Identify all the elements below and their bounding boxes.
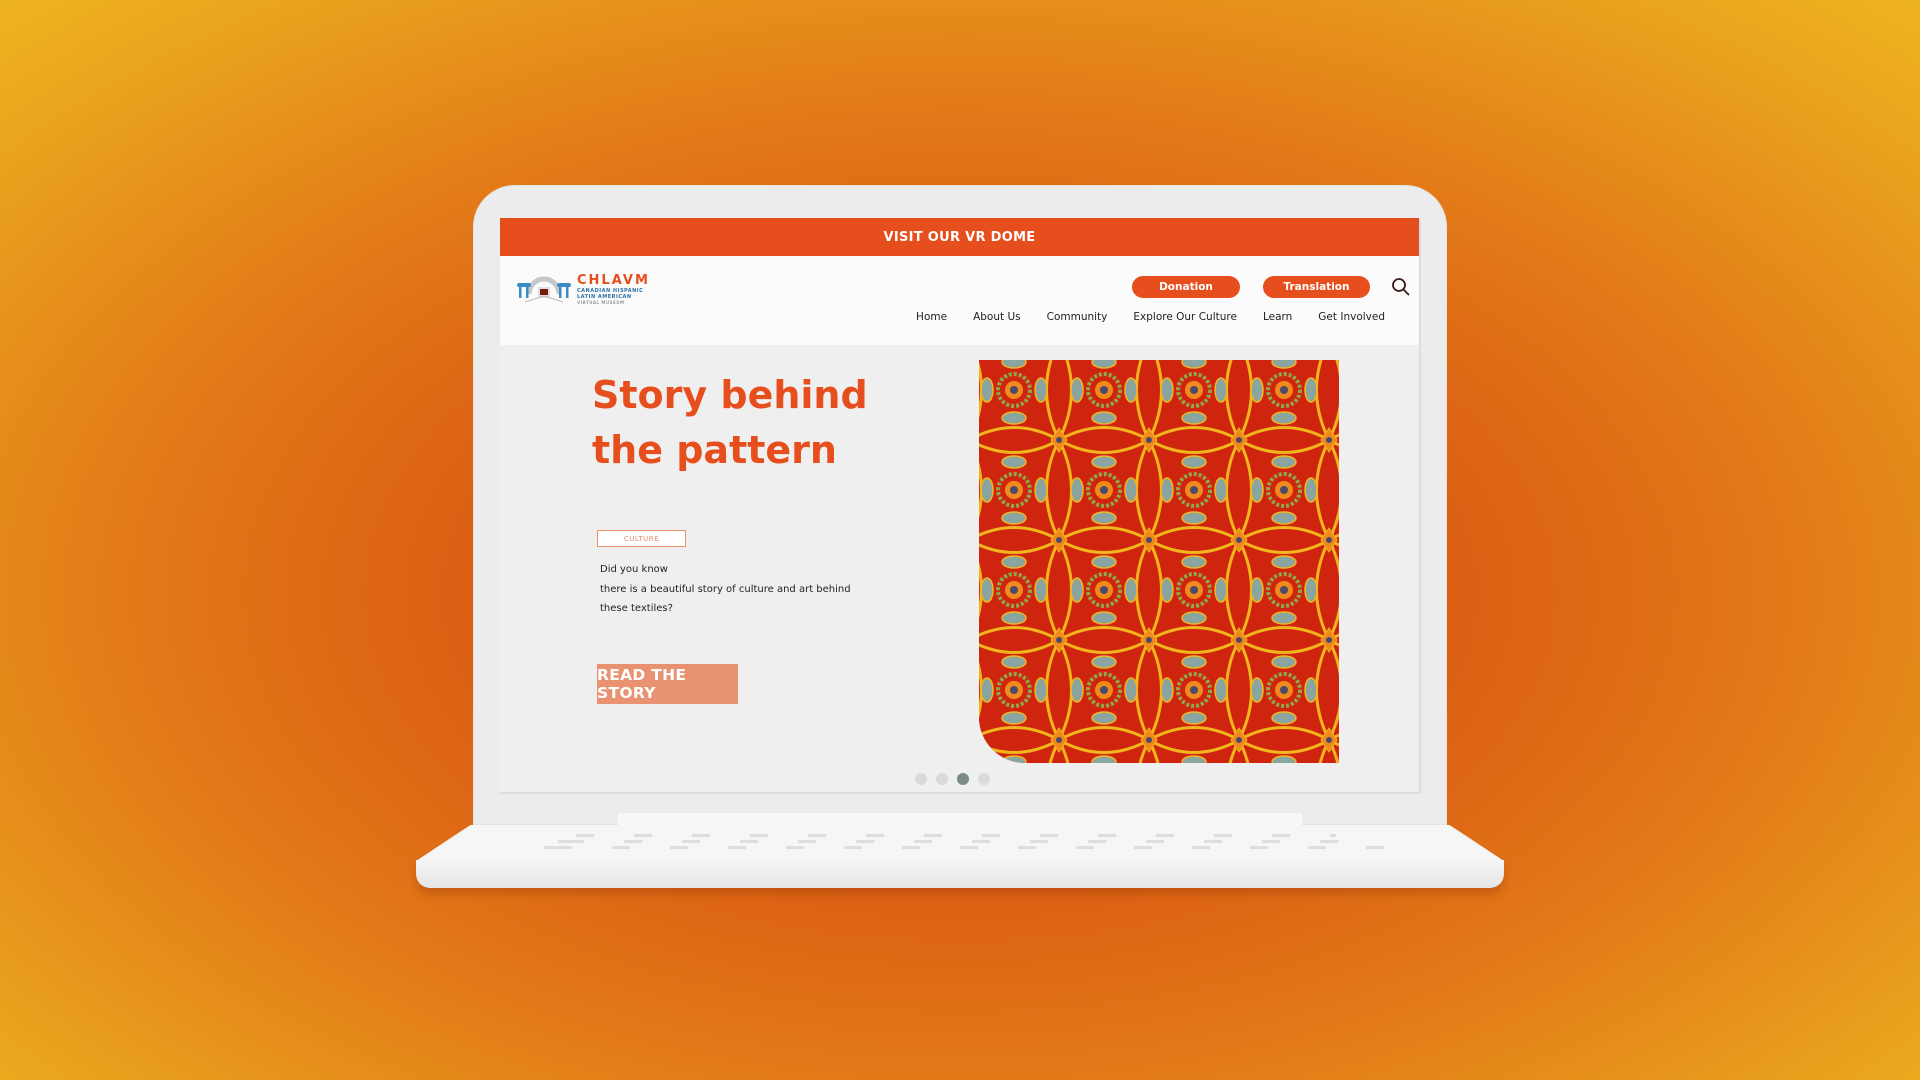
site-logo[interactable]: CHLAVM CANADIAN HISPANIC LATIN AMERICAN … <box>515 270 648 306</box>
vr-dome-banner[interactable]: VISIT OUR VR DOME <box>500 218 1419 256</box>
nav-get-involved[interactable]: Get Involved <box>1318 311 1385 323</box>
nav-explore-our-culture[interactable]: Explore Our Culture <box>1133 311 1237 323</box>
hero-body-line3: these textiles? <box>600 603 673 614</box>
search-icon[interactable] <box>1391 277 1411 297</box>
culture-tag[interactable]: CULTURE <box>597 530 686 547</box>
hero-title-line2: the pattern <box>592 428 837 472</box>
laptop-hinge <box>618 813 1302 825</box>
donation-button[interactable]: Donation <box>1132 276 1240 298</box>
hero-title: Story behind the pattern <box>592 368 892 478</box>
keyboard-row <box>546 840 1366 843</box>
laptop-screen: VISIT OUR VR DOME CHLAVM CANADIAN HISPAN… <box>500 218 1421 794</box>
nav-learn[interactable]: Learn <box>1263 311 1292 323</box>
carousel-indicators <box>915 773 990 785</box>
keyboard-row <box>516 846 1396 849</box>
hero-body-line2: there is a beautiful story of culture an… <box>600 583 851 595</box>
laptop-keyboard-deck <box>416 825 1504 861</box>
nav-home[interactable]: Home <box>916 311 947 323</box>
hero-body-line1: Did you know <box>600 564 668 575</box>
hero-title-line1: Story behind <box>592 373 868 417</box>
nav-community[interactable]: Community <box>1047 311 1108 323</box>
textile-pattern-graphic <box>979 360 1339 763</box>
logo-wordmark: CHLAVM <box>577 273 650 288</box>
vr-dome-banner-text[interactable]: VISIT OUR VR DOME <box>884 230 1036 245</box>
site-header: CHLAVM CANADIAN HISPANIC LATIN AMERICAN … <box>500 256 1419 345</box>
textile-pattern-image <box>979 360 1339 763</box>
logo-line3: VIRTUAL MUSEUM <box>577 300 625 305</box>
hero-description: Did you know there is a beautiful story … <box>600 560 851 619</box>
museum-dome-icon <box>517 276 571 303</box>
carousel-dot-3-active[interactable] <box>957 773 969 785</box>
laptop-base <box>416 860 1504 888</box>
nav-about-us[interactable]: About Us <box>973 311 1021 323</box>
carousel-dot-2[interactable] <box>936 773 948 785</box>
translation-button[interactable]: Translation <box>1263 276 1370 298</box>
carousel-dot-1[interactable] <box>915 773 927 785</box>
carousel-dot-4[interactable] <box>978 773 990 785</box>
main-nav: Home About Us Community Explore Our Cult… <box>916 311 1385 323</box>
keyboard-row <box>576 834 1336 837</box>
read-the-story-button[interactable]: READ THE STORY <box>597 664 738 704</box>
